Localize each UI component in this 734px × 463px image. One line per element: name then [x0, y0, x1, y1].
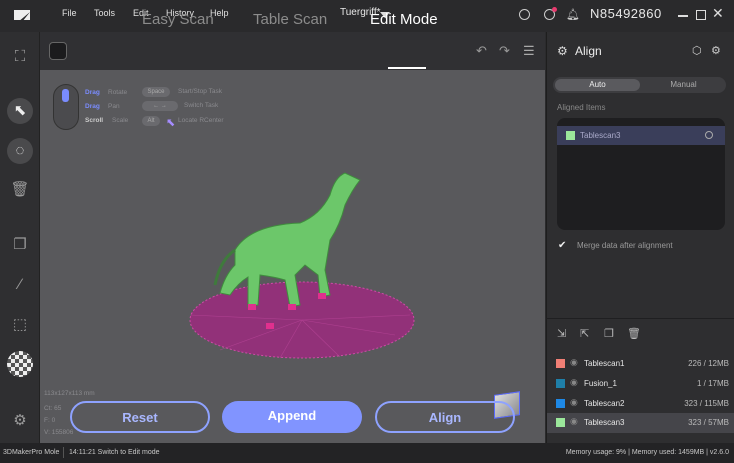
- align-gear-icon: ⚙: [557, 44, 568, 58]
- hint-key-rotate: Drag: [85, 89, 100, 96]
- status-divider: [63, 447, 64, 458]
- merge-checkbox[interactable]: ✔: [558, 240, 566, 251]
- close-icon[interactable]: ✕: [712, 5, 724, 22]
- shortcut-start-stop: Start/Stop Task: [178, 88, 222, 95]
- cursor-icon: ⬉: [166, 117, 176, 129]
- aligned-items-label: Aligned Items: [557, 103, 606, 112]
- panel-divider: [546, 318, 734, 319]
- notification-dot: [552, 7, 557, 12]
- key-alt: Alt: [142, 116, 160, 126]
- visibility-icon[interactable]: ◉: [570, 397, 578, 408]
- scan-name: Tablescan3: [584, 418, 625, 427]
- copy-icon[interactable]: ❐: [7, 232, 33, 258]
- stat-fps: F: 0: [44, 417, 56, 424]
- scan-name: Fusion_1: [584, 379, 617, 388]
- tab-easy-scan[interactable]: Easy Scan: [142, 11, 214, 28]
- shortcut-switch-task: Switch Task: [184, 102, 219, 109]
- panel-title: Align: [575, 44, 602, 58]
- scan-swatch: [556, 359, 565, 368]
- scan-row-tablescan2[interactable]: ◉ Tablescan2 323 / 115MB: [547, 394, 734, 413]
- scan-swatch: [556, 418, 565, 427]
- hint-key-scale: Scroll: [85, 117, 104, 124]
- scan-row-fusion1[interactable]: ◉ Fusion_1 1 / 17MB: [547, 374, 734, 393]
- visibility-icon[interactable]: ◉: [570, 416, 578, 427]
- checkerboard-icon[interactable]: [7, 351, 33, 377]
- scan-info: 1 / 17MB: [696, 379, 729, 388]
- aligned-item-swatch: [566, 131, 575, 140]
- visibility-icon[interactable]: ◉: [570, 357, 578, 368]
- select-tool-icon[interactable]: ⬉: [7, 98, 33, 124]
- stat-vertices: V: 155806: [44, 429, 74, 436]
- status-message: 14:11:21 Switch to Edit mode: [69, 449, 160, 456]
- scan-swatch: [556, 399, 565, 408]
- shortcut-locate-center: Locate RCenter: [178, 117, 224, 124]
- active-tab-indicator: [388, 67, 426, 69]
- align-button[interactable]: Align: [375, 401, 515, 433]
- duplicate-icon[interactable]: ❐: [604, 327, 614, 340]
- scan-info: 226 / 12MB: [688, 359, 729, 368]
- bell-icon[interactable]: 🔔︎: [566, 8, 580, 21]
- menu-file[interactable]: File: [62, 8, 77, 18]
- tab-edit-mode[interactable]: Edit Mode: [370, 11, 438, 28]
- mouse-icon: [53, 84, 79, 130]
- mode-manual[interactable]: Manual: [642, 79, 725, 91]
- minimize-icon[interactable]: [678, 15, 688, 17]
- merge-label: Merge data after alignment: [577, 241, 673, 250]
- aligned-item-status-icon: [705, 131, 713, 139]
- scan-swatch: [556, 379, 565, 388]
- mode-auto[interactable]: Auto: [555, 79, 640, 91]
- delete-icon[interactable]: 🗑︎: [7, 177, 33, 203]
- app-logo: [14, 10, 30, 20]
- sync-icon[interactable]: [519, 9, 530, 20]
- user-id[interactable]: N85492860: [590, 6, 662, 21]
- app-badge-icon: [49, 42, 67, 60]
- hint-scale: Scale: [112, 117, 129, 124]
- crop-icon[interactable]: ⬚: [7, 312, 33, 338]
- scan-list: ◉ Tablescan1 226 / 12MB ◉ Fusion_1 1 / 1…: [547, 352, 734, 440]
- stat-ct: Ct: 65: [44, 405, 62, 412]
- menu-tools[interactable]: Tools: [94, 8, 115, 18]
- fit-view-icon[interactable]: ⛶: [7, 44, 33, 70]
- hint-rotate: Rotate: [108, 89, 128, 96]
- maximize-icon[interactable]: [696, 10, 706, 20]
- status-memory: Memory usage: 9% | Memory used: 1459MB |…: [565, 449, 729, 456]
- export-icon[interactable]: ⇱: [580, 327, 589, 340]
- brush-icon[interactable]: ∕: [7, 272, 33, 298]
- scan-name: Tablescan2: [584, 399, 625, 408]
- trash-icon[interactable]: 🗑︎: [627, 327, 641, 340]
- tab-table-scan[interactable]: Table Scan: [253, 11, 327, 28]
- scan-name: Tablescan1: [584, 359, 625, 368]
- append-button[interactable]: Append: [222, 401, 362, 433]
- visibility-icon[interactable]: ◉: [570, 377, 578, 388]
- lasso-select-icon[interactable]: ◌: [7, 138, 33, 164]
- settings-icon[interactable]: ⚙: [7, 408, 33, 434]
- scan-row-tablescan1[interactable]: ◉ Tablescan1 226 / 12MB: [547, 354, 734, 373]
- redo-icon[interactable]: ↷: [499, 43, 510, 59]
- stat-dimensions: 113x127x113 mm: [44, 390, 95, 397]
- scan-info: 323 / 115MB: [684, 399, 729, 408]
- status-bar: 3DMakerPro Mole 14:11:21 Switch to Edit …: [0, 443, 734, 463]
- mode-bar: [40, 32, 545, 70]
- scan-model[interactable]: [180, 165, 430, 370]
- hint-key-pan: Drag: [85, 103, 100, 110]
- scan-info: 323 / 57MB: [688, 418, 729, 427]
- aligned-item-label: Tablescan3: [580, 131, 621, 140]
- key-space: Space: [142, 87, 170, 97]
- import-icon[interactable]: ⇲: [557, 327, 566, 340]
- user-settings-icon[interactable]: ⚙: [711, 44, 721, 57]
- menu-icon[interactable]: ☰: [523, 43, 535, 59]
- status-app-name: 3DMakerPro Mole: [3, 449, 60, 456]
- hint-pan: Pan: [108, 103, 120, 110]
- key-arrows: ← →: [142, 101, 178, 111]
- cube-icon[interactable]: ⬡: [692, 44, 702, 57]
- undo-icon[interactable]: ↶: [476, 43, 487, 59]
- scan-row-tablescan3[interactable]: ◉ Tablescan3 323 / 57MB: [547, 413, 734, 433]
- reset-button[interactable]: Reset: [70, 401, 210, 433]
